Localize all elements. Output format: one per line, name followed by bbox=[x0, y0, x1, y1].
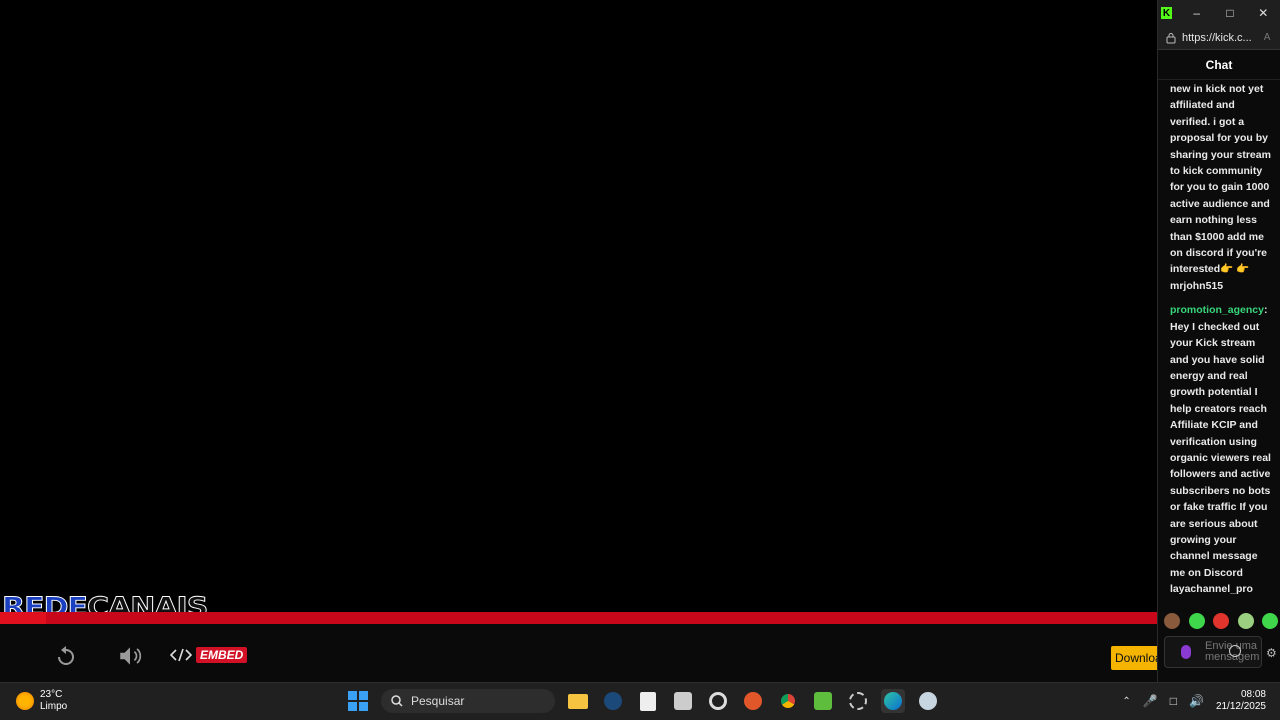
chat-message: new in kick not yet affiliated and verif… bbox=[1170, 81, 1274, 294]
replay-icon bbox=[58, 646, 74, 665]
embed-label: EMBED bbox=[196, 647, 248, 663]
close-button[interactable]: ✕ bbox=[1247, 0, 1280, 26]
taskbar-search[interactable]: Pesquisar bbox=[381, 689, 555, 713]
message-username[interactable]: promotion_agency bbox=[1170, 304, 1264, 316]
weather-desc: Limpo bbox=[40, 701, 68, 712]
emote-skull[interactable] bbox=[1237, 613, 1254, 629]
read-aloud-icon[interactable]: A bbox=[1264, 32, 1271, 43]
chevron-up-icon[interactable]: ⌃ bbox=[1122, 696, 1130, 707]
maximize-button[interactable]: □ bbox=[1213, 0, 1246, 26]
video-player[interactable]: REDECANAIS EMBED Download bbox=[0, 0, 1157, 682]
chat-title: Chat bbox=[1158, 50, 1280, 80]
embed-button[interactable]: EMBED bbox=[170, 646, 248, 664]
lock-icon bbox=[1166, 32, 1176, 43]
download-button[interactable]: Download bbox=[1111, 646, 1157, 670]
emoji-icon[interactable] bbox=[1229, 645, 1241, 657]
chat-settings-icon[interactable]: ⚙ bbox=[1266, 646, 1277, 660]
microphone-icon[interactable] bbox=[1181, 645, 1191, 659]
popup-titlebar: K – □ ✕ bbox=[1158, 0, 1280, 26]
minimize-button[interactable]: – bbox=[1180, 0, 1213, 26]
chat-popup-window: K – □ ✕ https://kick.c... A Chat new in … bbox=[1157, 0, 1280, 682]
taskbar: 23°C Limpo Pesquisar ⌃ 🎤 □ 🔊 08:08 21/12… bbox=[0, 682, 1280, 720]
system-tray: ⌃ 🎤 □ 🔊 08:08 21/12/2025 bbox=[1122, 689, 1266, 713]
time: 08:08 bbox=[1240, 689, 1266, 700]
player-controls: EMBED Download bbox=[0, 624, 1157, 682]
progress-bar[interactable] bbox=[0, 612, 1157, 624]
emote-green-smile[interactable] bbox=[1188, 613, 1205, 629]
obs-icon[interactable] bbox=[706, 689, 730, 713]
code-icon bbox=[170, 648, 192, 662]
chat-message: promotion_agency: Hey I checked out your… bbox=[1170, 302, 1274, 597]
spider-app-icon[interactable] bbox=[671, 689, 695, 713]
date: 21/12/2025 bbox=[1215, 701, 1266, 712]
replay-button[interactable] bbox=[48, 638, 84, 674]
clock[interactable]: 08:08 21/12/2025 bbox=[1216, 689, 1266, 713]
steam-icon[interactable] bbox=[601, 689, 625, 713]
android-app-icon[interactable] bbox=[811, 689, 835, 713]
search-placeholder: Pesquisar bbox=[411, 694, 465, 708]
url-text: https://kick.c... bbox=[1182, 31, 1252, 44]
message-text: new in kick not yet affiliated and verif… bbox=[1170, 83, 1271, 292]
edge-icon[interactable] bbox=[881, 689, 905, 713]
message-text: Hey I checked out your Kick stream and y… bbox=[1170, 320, 1271, 596]
username-colon: : bbox=[1263, 304, 1268, 317]
emote-bar bbox=[1164, 612, 1278, 630]
start-button[interactable] bbox=[346, 689, 370, 713]
emote-red[interactable] bbox=[1213, 613, 1229, 629]
sun-icon bbox=[16, 692, 34, 710]
address-bar[interactable]: https://kick.c... A bbox=[1158, 26, 1280, 50]
weather-widget[interactable]: 23°C Limpo bbox=[16, 689, 67, 713]
epic-games-icon[interactable] bbox=[636, 689, 660, 713]
system-app-icon[interactable] bbox=[846, 689, 870, 713]
chat-message-input[interactable]: Envie uma mensagem bbox=[1164, 636, 1262, 668]
chat-messages: new in kick not yet affiliated and verif… bbox=[1170, 81, 1274, 606]
search-icon bbox=[391, 695, 403, 707]
kick-logo-icon: K bbox=[1161, 7, 1173, 19]
taskbar-apps: Pesquisar bbox=[346, 689, 940, 713]
network-icon[interactable]: □ bbox=[1170, 694, 1177, 708]
screen: REDECANAIS EMBED Download K – □ ✕ bbox=[0, 0, 1280, 720]
file-explorer-icon[interactable] bbox=[566, 689, 590, 713]
weather-temp: 23°C bbox=[40, 689, 63, 700]
speaker-icon[interactable]: 🔊 bbox=[1189, 694, 1204, 708]
chrome-icon[interactable] bbox=[776, 689, 800, 713]
windows-icon bbox=[348, 691, 368, 711]
orange-app-icon[interactable] bbox=[741, 689, 765, 713]
volume-button[interactable] bbox=[112, 638, 148, 674]
progress-fill bbox=[0, 612, 47, 624]
microphone-tray-icon[interactable]: 🎤 bbox=[1143, 694, 1158, 708]
volume-icon bbox=[120, 647, 142, 665]
emote-green[interactable] bbox=[1262, 613, 1278, 629]
steam-running-icon[interactable] bbox=[916, 689, 940, 713]
emote-avatar[interactable] bbox=[1164, 613, 1180, 629]
